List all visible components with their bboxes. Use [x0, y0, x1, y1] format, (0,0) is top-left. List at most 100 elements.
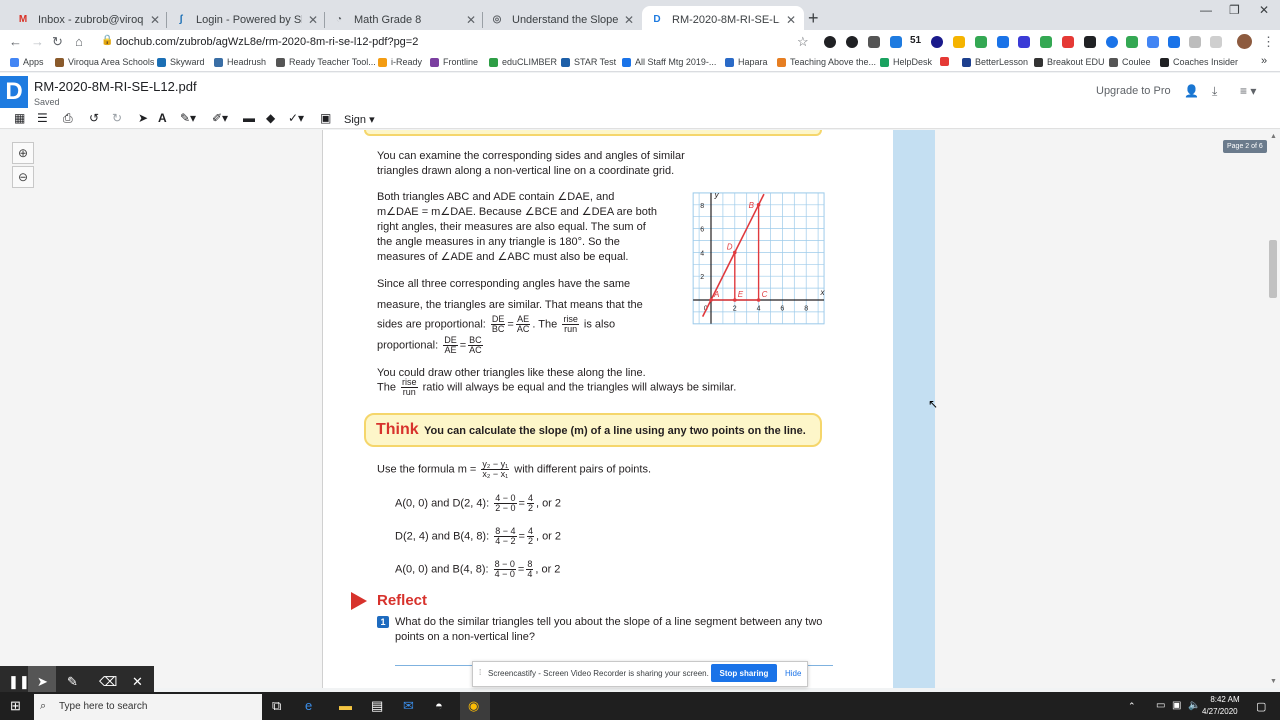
zoom-in-icon[interactable]: ⊕ — [12, 142, 34, 164]
extension-icon[interactable] — [1126, 36, 1138, 48]
bookmark-item[interactable]: i-Ready — [378, 57, 422, 67]
mail-icon[interactable]: ✉ — [403, 698, 414, 714]
reload-icon[interactable]: ↻ — [52, 34, 63, 50]
edge-icon[interactable]: e — [305, 698, 312, 713]
bookmark-item[interactable]: STAR Test — [561, 57, 616, 67]
battery-icon[interactable]: ▭ — [1156, 700, 1165, 711]
pause-icon[interactable]: ❚❚ — [8, 674, 30, 690]
browser-tab[interactable]: ◔ Math Grade 8 ✕ — [324, 6, 484, 33]
window-close-icon[interactable]: ✕ — [1259, 3, 1269, 17]
zoom-out-icon[interactable]: ⊖ — [12, 166, 34, 188]
stop-sharing-button[interactable]: Stop sharing — [711, 664, 777, 682]
hide-button[interactable]: Hide — [785, 669, 801, 678]
network-icon[interactable]: ▣ — [1172, 700, 1181, 711]
close-icon[interactable]: ✕ — [132, 674, 143, 690]
pen-icon[interactable]: ✎ — [67, 674, 78, 690]
scroll-down-icon[interactable]: ▼ — [1270, 678, 1277, 685]
maximize-icon[interactable]: ❐ — [1229, 3, 1240, 17]
task-view-icon[interactable]: ⧉ — [272, 698, 281, 714]
browser-tab[interactable]: M Inbox - zubrob@viroquablackha ✕ — [8, 6, 168, 33]
taskbar-date[interactable]: 4/27/2020 — [1202, 707, 1238, 716]
close-icon[interactable]: ✕ — [150, 13, 160, 27]
extension-icon[interactable] — [824, 36, 836, 48]
bookmark-item[interactable]: Skyward — [157, 57, 205, 67]
close-icon[interactable]: ✕ — [308, 13, 318, 27]
scrollbar-thumb[interactable] — [1269, 240, 1277, 298]
bookmark-item[interactable]: HelpDesk — [880, 57, 932, 67]
extension-badge[interactable]: 51 — [910, 35, 921, 46]
extension-icon[interactable] — [1168, 36, 1180, 48]
back-arrow-icon[interactable]: ← — [9, 34, 22, 49]
extension-icon[interactable] — [1040, 36, 1052, 48]
upgrade-button[interactable]: Upgrade to Pro — [1096, 85, 1171, 97]
taskbar-time[interactable]: 8:42 AM — [1209, 695, 1241, 704]
bookmark-item[interactable]: Ready Teacher Tool... — [276, 57, 376, 67]
bookmark-item[interactable]: BetterLesson — [962, 57, 1028, 67]
photos-icon[interactable]: ◓ — [435, 698, 443, 713]
bookmark-item[interactable]: Viroqua Area Schools — [55, 57, 154, 67]
browser-tab[interactable]: ◎ Understand the Slope-Intercept ✕ — [482, 6, 642, 33]
extension-icon[interactable] — [1062, 36, 1074, 48]
home-icon[interactable]: ⌂ — [75, 34, 83, 49]
pointer-icon[interactable]: ➤ — [138, 111, 148, 125]
bookmark-star-icon[interactable]: ☆ — [797, 34, 809, 50]
text-tool-icon[interactable]: A — [158, 111, 167, 125]
bookmark-item[interactable] — [940, 57, 953, 66]
highlighter-icon[interactable]: ✐▾ — [212, 111, 228, 125]
bookmarks-overflow-button[interactable]: » — [1261, 55, 1267, 67]
drive-extension-icon[interactable] — [975, 36, 987, 48]
image-icon[interactable]: ▣ — [320, 111, 331, 125]
bookmark-item[interactable]: eduCLIMBER — [489, 57, 557, 67]
new-tab-button[interactable]: + — [808, 8, 819, 29]
outline-list-icon[interactable]: ☰ — [37, 111, 48, 125]
minimize-icon[interactable]: — — [1200, 3, 1212, 17]
extension-icon[interactable] — [1106, 36, 1118, 48]
extension-icon[interactable] — [1018, 36, 1030, 48]
profile-avatar[interactable] — [1237, 34, 1252, 49]
hamburger-menu-icon[interactable]: ≡ ▾ — [1240, 84, 1256, 98]
file-explorer-icon[interactable]: ▬ — [339, 698, 352, 713]
close-icon[interactable]: ✕ — [624, 13, 634, 27]
extension-icon[interactable] — [868, 36, 880, 48]
extension-icon[interactable] — [1189, 36, 1201, 48]
bookmark-item[interactable]: Breakout EDU — [1034, 57, 1105, 67]
pencil-extension-icon[interactable] — [953, 36, 965, 48]
close-icon[interactable]: ✕ — [466, 13, 476, 27]
bookmark-item[interactable]: Frontline — [430, 57, 478, 67]
browser-tab-active[interactable]: D RM-2020-8M-RI-SE-L12.pdf | Do ✕ — [642, 6, 804, 33]
download-icon[interactable]: ⤓ — [1212, 84, 1217, 99]
dochub-logo[interactable]: D — [0, 76, 28, 108]
volume-icon[interactable]: 🔈 — [1188, 700, 1200, 711]
menu-dots-icon[interactable]: ⋮ — [1262, 34, 1275, 50]
checkmark-icon[interactable]: ✓▾ — [288, 111, 304, 125]
extension-icon[interactable] — [1084, 36, 1096, 48]
chrome-icon[interactable]: ◉ — [468, 698, 479, 714]
forward-arrow-icon[interactable]: → — [31, 34, 44, 49]
redo-icon[interactable]: ↻ — [112, 111, 122, 125]
pointer-icon[interactable]: ➤ — [37, 674, 48, 690]
tray-chevron-icon[interactable]: ⌃ — [1128, 701, 1136, 712]
extension-icon[interactable] — [1210, 36, 1222, 48]
sign-button[interactable]: Sign ▾ — [344, 113, 375, 126]
store-icon[interactable]: ▤ — [371, 698, 383, 714]
url-field[interactable]: dochub.com/zubrob/agWzL8e/rm-2020-8m-ri-… — [116, 36, 418, 48]
windows-start-icon[interactable]: ⊞ — [10, 698, 21, 714]
bookmark-item[interactable]: Teaching Above the... — [777, 57, 876, 67]
bookmark-item[interactable]: Headrush — [214, 57, 266, 67]
add-user-icon[interactable]: 👤 — [1184, 84, 1199, 98]
document-title[interactable]: RM-2020-8M-RI-SE-L12.pdf — [34, 79, 197, 94]
print-icon[interactable]: ⎙ — [63, 111, 73, 126]
undo-icon[interactable]: ↺ — [89, 111, 99, 125]
bookmark-item[interactable]: Coaches Insider — [1160, 57, 1238, 67]
extension-icon[interactable] — [931, 36, 943, 48]
extension-icon[interactable] — [1147, 36, 1159, 48]
scroll-up-icon[interactable]: ▲ — [1270, 133, 1277, 140]
bookmark-item[interactable]: All Staff Mtg 2019-... — [622, 57, 716, 67]
bookmark-item[interactable]: Coulee — [1109, 57, 1151, 67]
notifications-icon[interactable]: ▢ — [1256, 700, 1266, 713]
dochub-extension-icon[interactable] — [890, 36, 902, 48]
bookmark-item[interactable]: Hapara — [725, 57, 768, 67]
comment-icon[interactable]: ▬ — [243, 111, 255, 125]
bookmark-apps[interactable]: Apps — [10, 57, 44, 67]
eraser-icon[interactable]: ⌫ — [99, 674, 117, 690]
